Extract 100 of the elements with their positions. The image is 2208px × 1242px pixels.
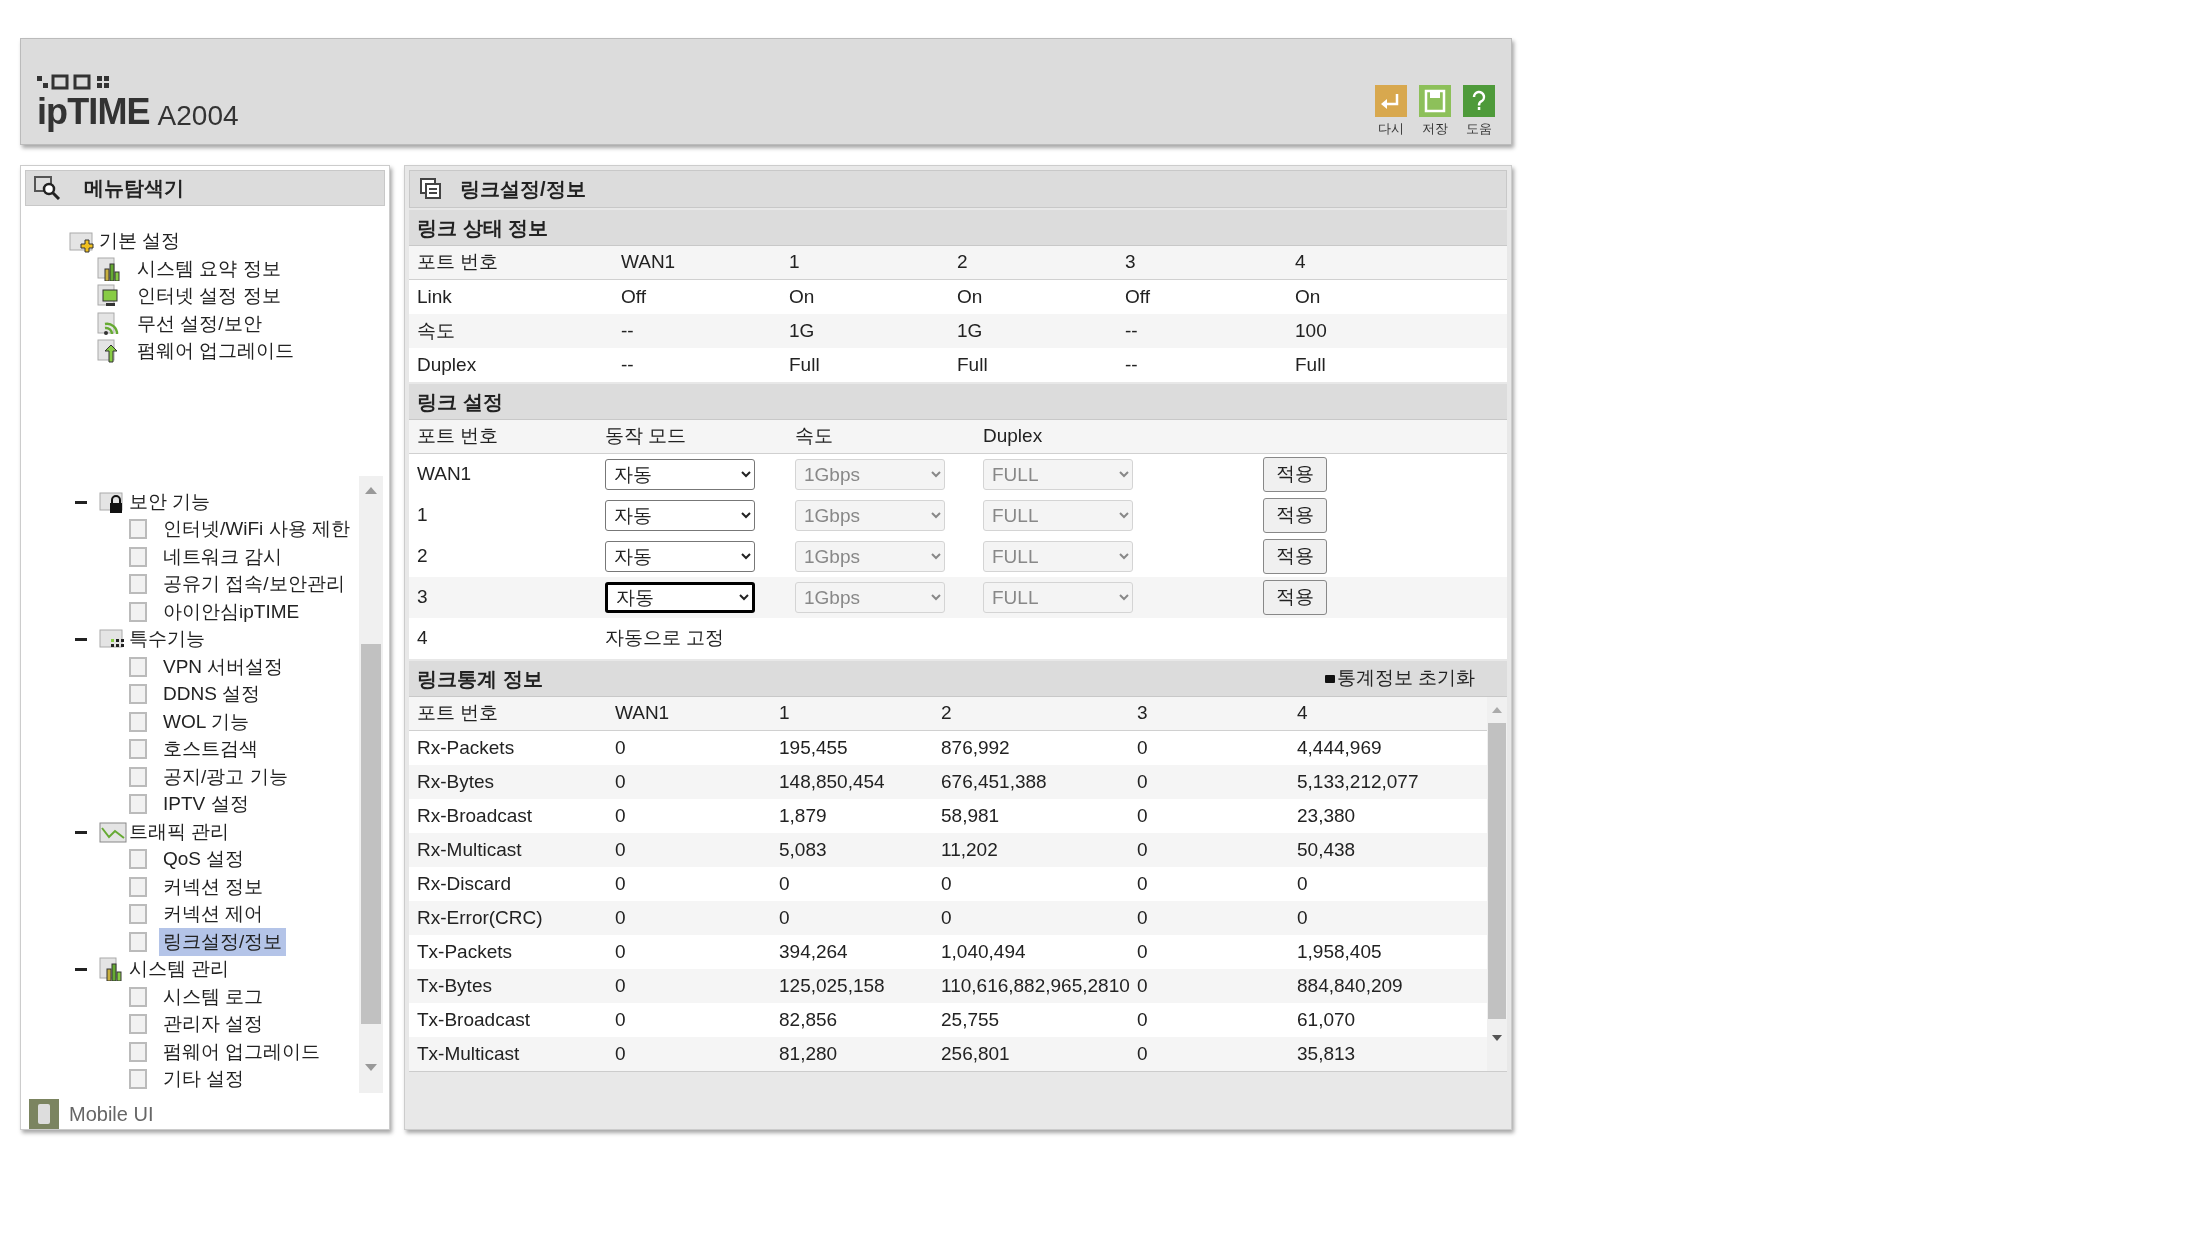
menu-group[interactable]: 기본 설정	[99, 227, 181, 256]
search-icon	[34, 176, 62, 201]
menu-item[interactable]: 링크설정/정보	[159, 927, 287, 956]
table-cell-text: 0	[1297, 871, 1309, 896]
content-title: 링크설정/정보	[460, 177, 586, 202]
menu-item[interactable]: 무선 설정/보안	[137, 309, 262, 339]
menu-item[interactable]: 시스템 요약 정보	[137, 254, 281, 284]
menu-item[interactable]: 네트워크 감시	[159, 542, 287, 571]
menu-item[interactable]: QoS 설정	[159, 845, 249, 874]
reset-stats-link[interactable]: 통계정보 초기화	[1324, 664, 1475, 693]
menu-item[interactable]: 공지/광고 기능	[159, 762, 292, 791]
table-cell-text: 148,850,454	[779, 769, 886, 794]
menu-item[interactable]: 펌웨어 업그레이드	[159, 1037, 325, 1066]
table-cell-text: 0	[1137, 769, 1149, 794]
help-tool-button[interactable]: 도움	[1463, 84, 1495, 138]
table-cell-text: 4	[417, 626, 429, 651]
table-cell-text: 256,801	[941, 1041, 1011, 1066]
scrollbar[interactable]	[1487, 697, 1507, 1071]
menu-item[interactable]: DDNS 설정	[159, 680, 265, 709]
table-cell-text: --	[621, 318, 635, 343]
column-header: 포트 번호	[417, 701, 500, 726]
menu-group[interactable]: 트래픽 관리	[129, 817, 230, 846]
scroll-up-icon	[1492, 707, 1502, 713]
table-cell-text: 1,879	[779, 803, 828, 828]
table-cell-text: 0	[615, 905, 627, 930]
table-cell-text: 0	[1137, 973, 1149, 998]
table-cell-text: 0	[615, 769, 627, 794]
menu-item[interactable]: WOL 기능	[159, 707, 253, 736]
table-cell-text: 394,264	[779, 939, 849, 964]
table-cell-text: On	[957, 284, 984, 309]
table-cell-text: 884,840,209	[1297, 973, 1404, 998]
menu-item[interactable]: 관리자 설정	[159, 1010, 268, 1039]
page-icon	[129, 711, 147, 732]
column-header: Duplex	[983, 424, 1044, 449]
table-cell-text: 23,380	[1297, 803, 1357, 828]
table-cell-text: On	[1295, 284, 1322, 309]
scrollbar-thumb[interactable]	[361, 644, 381, 1024]
menu-item[interactable]: 아이안심ipTIME	[159, 597, 304, 626]
table-cell-text: 0	[1137, 1041, 1149, 1066]
column-header: WAN1	[621, 250, 677, 275]
menu-item[interactable]: 기타 설정	[159, 1065, 249, 1094]
pages-icon	[420, 178, 442, 200]
menu-item[interactable]: 커넥션 제어	[159, 900, 268, 929]
menu-item[interactable]: IPTV 설정	[159, 790, 253, 819]
scrollbar-thumb[interactable]	[1488, 723, 1506, 1019]
scrollbar[interactable]	[359, 476, 383, 1093]
table-cell-text: 0	[615, 1007, 627, 1032]
save-tool-button[interactable]: 저장	[1419, 84, 1451, 138]
brand-logo: ipTIME	[37, 94, 150, 130]
menu-group[interactable]: 시스템 관리	[129, 955, 230, 984]
menu-item[interactable]: 커넥션 정보	[159, 872, 268, 901]
table-cell-text: 0	[615, 973, 627, 998]
table-cell-text: Full	[1295, 352, 1327, 377]
table-cell-text: 35,813	[1297, 1041, 1357, 1066]
folder-icon	[69, 229, 97, 254]
mobile-ui-link[interactable]: Mobile UI	[69, 1099, 154, 1129]
table-cell-text: 0	[1137, 1007, 1149, 1032]
undo-icon	[1375, 84, 1407, 117]
table-cell-text: Tx-Bytes	[417, 973, 493, 998]
menu-item[interactable]: VPN 서버설정	[159, 652, 288, 681]
menu-item[interactable]: 인터넷 설정 정보	[137, 282, 281, 311]
table-cell-text: 676,451,388	[941, 769, 1048, 794]
table-cell-text: 0	[615, 871, 627, 896]
column-header: 속도	[795, 424, 834, 449]
page-icon	[129, 986, 147, 1007]
menu-item[interactable]: 인터넷/WiFi 사용 제한	[159, 515, 354, 544]
menu-item[interactable]: 호스트검색	[159, 735, 262, 764]
table-cell-text: 25,755	[941, 1007, 1001, 1032]
column-header: 포트 번호	[417, 424, 500, 449]
page-icon	[129, 876, 147, 897]
section-title: 링크 설정	[417, 389, 503, 415]
table-cell-text: 0	[1297, 905, 1309, 930]
page-icon	[129, 601, 147, 622]
scroll-down-icon	[1492, 1035, 1502, 1041]
table-cell-text: Tx-Broadcast	[417, 1007, 531, 1032]
table-cell-text: 0	[1137, 871, 1149, 896]
table-cell-text: 5,083	[779, 837, 828, 862]
menu-item[interactable]: 시스템 로그	[159, 982, 268, 1011]
page-icon	[129, 1041, 147, 1062]
menu-item[interactable]: 공유기 접속/보안관리	[159, 570, 349, 599]
table-cell-text: 110,616,882,965,2810	[941, 973, 1131, 998]
table-cell-text: 1,958,405	[1297, 939, 1383, 964]
table-cell-text: 61,070	[1297, 1007, 1357, 1032]
menu-group[interactable]: 특수기능	[129, 625, 205, 654]
table-cell-text: 1G	[789, 318, 816, 343]
table-cell-text: --	[1125, 318, 1139, 343]
table-cell-text: 0	[779, 905, 791, 930]
page-icon	[129, 904, 147, 925]
section-title: 링크 상태 정보	[417, 215, 549, 241]
section-title: 링크통계 정보	[417, 666, 543, 692]
table-cell-text: 58,981	[941, 803, 1001, 828]
menu-group[interactable]: 보안 기능	[129, 487, 211, 516]
table-cell-text: --	[621, 352, 635, 377]
table-cell-text: 0	[615, 837, 627, 862]
column-header: 1	[779, 701, 791, 726]
column-header: 포트 번호	[417, 250, 500, 275]
menu-item[interactable]: 펌웨어 업그레이드	[137, 337, 295, 366]
undo-tool-button[interactable]: 다시	[1375, 84, 1407, 138]
phone-icon	[29, 1099, 59, 1129]
table-cell-text: 0	[615, 803, 627, 828]
